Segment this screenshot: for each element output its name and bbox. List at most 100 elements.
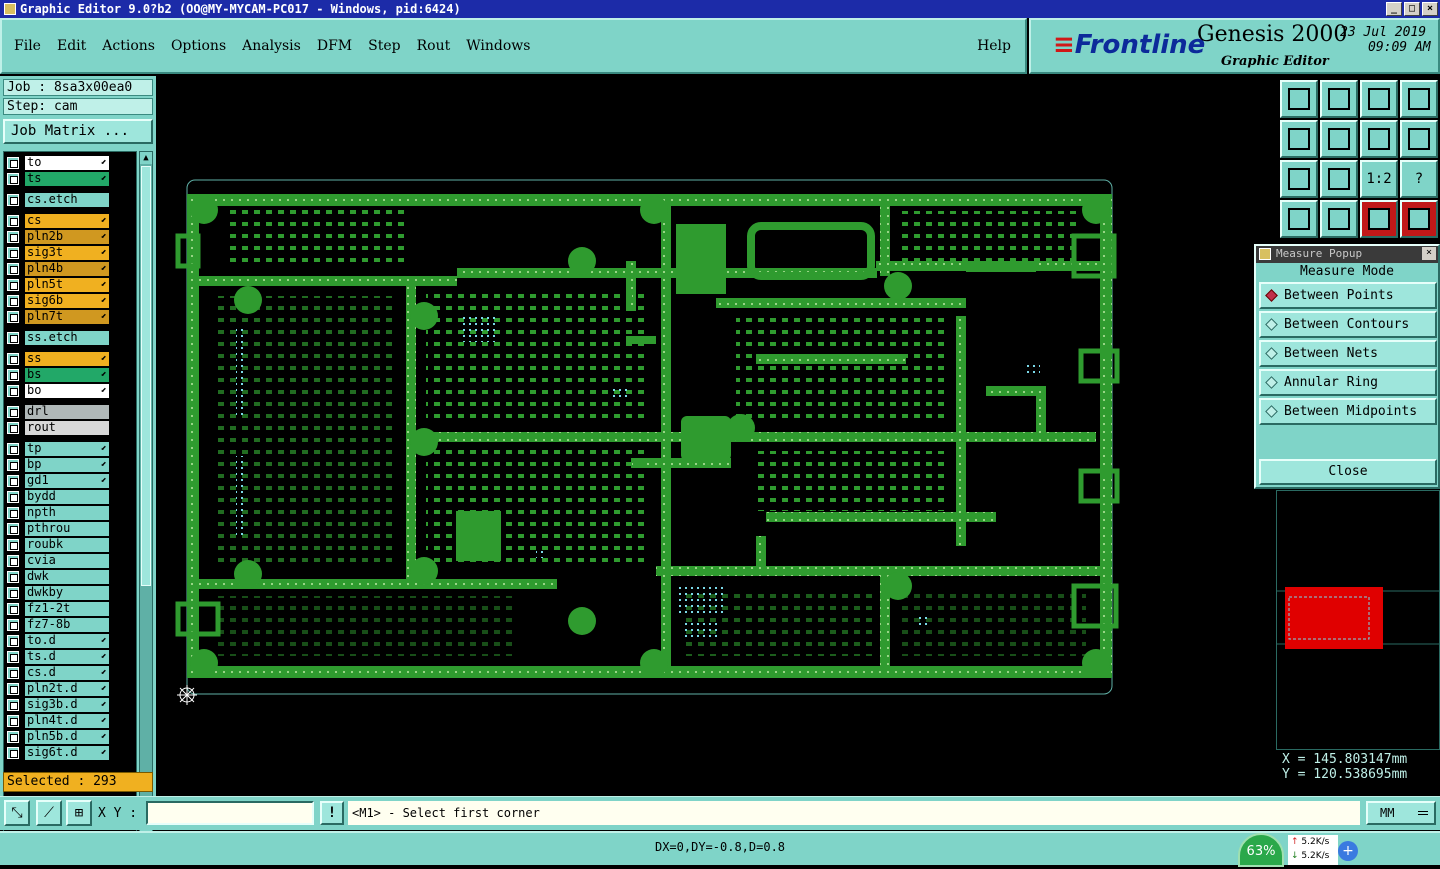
option-between-points[interactable]: Between Points: [1259, 282, 1437, 309]
layer-row[interactable]: dwkby: [7, 586, 127, 600]
layer-name[interactable]: fz7-8b: [25, 618, 109, 632]
snap-icon[interactable]: [1320, 200, 1358, 238]
grid-icon[interactable]: ⊞: [66, 800, 92, 826]
layer-name[interactable]: pln2b ⬋: [25, 230, 109, 244]
layer-checkbox[interactable]: [7, 369, 19, 381]
alert-icon[interactable]: !: [320, 801, 344, 825]
zoom-fit-icon[interactable]: [1280, 160, 1318, 198]
layer-row[interactable]: to ⬋: [7, 156, 127, 170]
popup-close-icon[interactable]: ×: [1422, 247, 1436, 260]
layer-display-2-icon[interactable]: [1400, 200, 1438, 238]
layer-row[interactable]: fz7-8b: [7, 618, 127, 632]
layer-name[interactable]: sig3b.d ⬋: [25, 698, 109, 712]
measure-icon[interactable]: ⟋: [36, 800, 62, 826]
layer-row[interactable]: cs.d ⬋: [7, 666, 127, 680]
layer-checkbox[interactable]: [7, 215, 19, 227]
layer-row[interactable]: cvia: [7, 554, 127, 568]
pan-right-icon[interactable]: [1320, 120, 1358, 158]
layer-row[interactable]: sig3b.d ⬋: [7, 698, 127, 712]
layer-name[interactable]: roubk: [25, 538, 109, 552]
layer-checkbox[interactable]: [7, 667, 19, 679]
menu-rout[interactable]: Rout: [417, 38, 451, 54]
redraw-icon[interactable]: [1400, 120, 1438, 158]
layer-name[interactable]: cs.d ⬋: [25, 666, 109, 680]
layer-row[interactable]: pln4t.d ⬋: [7, 714, 127, 728]
layer-checkbox[interactable]: [7, 539, 19, 551]
layer-checkbox[interactable]: [7, 247, 19, 259]
layer-row[interactable]: ss ⬋: [7, 352, 127, 366]
layer-name[interactable]: ss ⬋: [25, 352, 109, 366]
layer-checkbox[interactable]: [7, 699, 19, 711]
layer-checkbox[interactable]: [7, 571, 19, 583]
option-annular-ring[interactable]: Annular Ring: [1259, 369, 1437, 396]
layer-checkbox[interactable]: [7, 279, 19, 291]
help-question-icon[interactable]: ?: [1400, 160, 1438, 198]
layer-row[interactable]: npth: [7, 506, 127, 520]
menu-file[interactable]: File: [14, 38, 41, 54]
layer-row[interactable]: sig6b ⬋: [7, 294, 127, 308]
layer-row[interactable]: pln4b ⬋: [7, 262, 127, 276]
layer-name[interactable]: cvia: [25, 554, 109, 568]
layer-name[interactable]: ts.d ⬋: [25, 650, 109, 664]
layer-row[interactable]: roubk: [7, 538, 127, 552]
layer-name[interactable]: sig6t.d ⬋: [25, 746, 109, 760]
mirror-icon[interactable]: [1360, 120, 1398, 158]
job-matrix-button[interactable]: Job Matrix ...: [3, 119, 153, 144]
layer-name[interactable]: pln2t.d ⬋: [25, 682, 109, 696]
layer-row[interactable]: tp ⬋: [7, 442, 127, 456]
layer-checkbox[interactable]: [7, 353, 19, 365]
layer-name[interactable]: pln7t ⬋: [25, 310, 109, 324]
layer-name[interactable]: bo ⬋: [25, 384, 109, 398]
layer-name[interactable]: tp ⬋: [25, 442, 109, 456]
option-between-midpoints[interactable]: Between Midpoints: [1259, 398, 1437, 425]
layer-checkbox[interactable]: [7, 715, 19, 727]
menu-actions[interactable]: Actions: [102, 38, 155, 54]
menu-options[interactable]: Options: [171, 38, 226, 54]
layer-scrollbar[interactable]: ▲ ▼: [139, 151, 153, 841]
layer-name[interactable]: pln5b.d ⬋: [25, 730, 109, 744]
layer-checkbox[interactable]: [7, 555, 19, 567]
layer-name[interactable]: cs.etch: [25, 193, 109, 207]
network-expand-icon[interactable]: +: [1338, 841, 1358, 861]
layer-row[interactable]: to.d ⬋: [7, 634, 127, 648]
home-view-icon[interactable]: [1360, 80, 1398, 118]
measure-close-button[interactable]: Close: [1259, 459, 1437, 485]
layer-checkbox[interactable]: [7, 263, 19, 275]
layer-name[interactable]: pln4b ⬋: [25, 262, 109, 276]
layer-checkbox[interactable]: [7, 587, 19, 599]
xy-input[interactable]: [146, 801, 314, 825]
zoom-area-icon[interactable]: ⤡: [4, 800, 30, 826]
split-view-icon[interactable]: [1400, 80, 1438, 118]
layer-name[interactable]: drl: [25, 405, 109, 419]
layer-name[interactable]: pln5t ⬋: [25, 278, 109, 292]
scroll-thumb[interactable]: [141, 166, 151, 586]
layer-checkbox[interactable]: [7, 173, 19, 185]
layer-checkbox[interactable]: [7, 422, 19, 434]
layer-name[interactable]: gd1 ⬋: [25, 474, 109, 488]
overview-preview[interactable]: [1276, 490, 1440, 750]
menu-dfm[interactable]: DFM: [317, 38, 352, 54]
layer-checkbox[interactable]: [7, 295, 19, 307]
layer-checkbox[interactable]: [7, 651, 19, 663]
maximize-button[interactable]: □: [1404, 2, 1420, 16]
layer-name[interactable]: pthrou: [25, 522, 109, 536]
layer-name[interactable]: to.d ⬋: [25, 634, 109, 648]
layer-checkbox[interactable]: [7, 507, 19, 519]
layer-checkbox[interactable]: [7, 491, 19, 503]
layer-row[interactable]: cs ⬋: [7, 214, 127, 228]
layer-display-icon[interactable]: [1360, 200, 1398, 238]
option-between-nets[interactable]: Between Nets: [1259, 340, 1437, 367]
layer-name[interactable]: cs ⬋: [25, 214, 109, 228]
layer-checkbox[interactable]: [7, 459, 19, 471]
layer-name[interactable]: sig3t ⬋: [25, 246, 109, 260]
layer-row[interactable]: sig6t.d ⬋: [7, 746, 127, 760]
layer-row[interactable]: drl: [7, 405, 127, 419]
layer-name[interactable]: bs ⬋: [25, 368, 109, 382]
scale-1-2-icon[interactable]: 1:2: [1360, 160, 1398, 198]
layer-row[interactable]: bydd: [7, 490, 127, 504]
layer-name[interactable]: bydd: [25, 490, 109, 504]
layer-name[interactable]: pln4t.d ⬋: [25, 714, 109, 728]
layer-checkbox[interactable]: [7, 603, 19, 615]
layer-row[interactable]: ss.etch: [7, 331, 127, 345]
layer-row[interactable]: pln2t.d ⬋: [7, 682, 127, 696]
